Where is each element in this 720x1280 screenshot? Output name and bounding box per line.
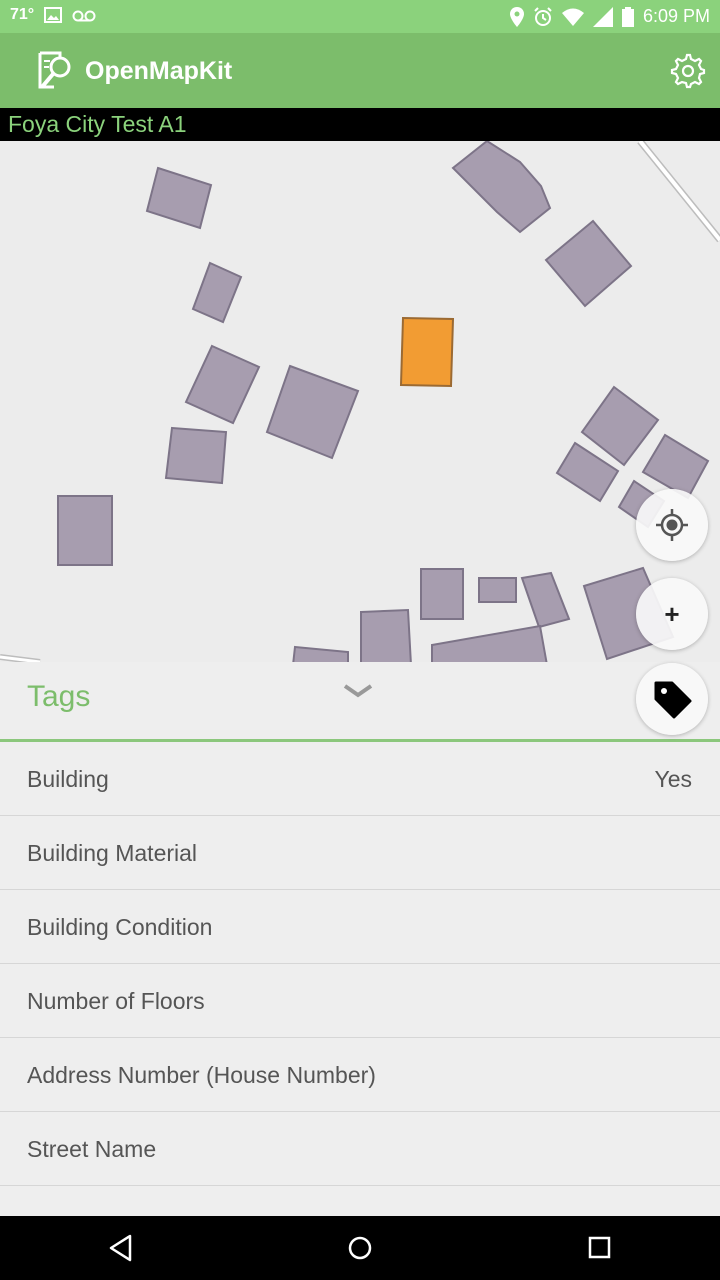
project-name: Foya City Test A1 [8, 111, 187, 137]
wifi-icon [561, 8, 584, 26]
system-nav-bar [0, 1216, 720, 1280]
tag-key: Number of Floors [27, 988, 205, 1014]
tag-row-building-material[interactable]: Building Material [0, 816, 720, 890]
tags-list: Building Yes Building Material Building … [0, 742, 720, 1216]
tag-row-address-number[interactable]: Address Number (House Number) [0, 1038, 720, 1112]
recents-icon[interactable] [587, 1234, 613, 1262]
chevron-down-icon[interactable] [342, 682, 374, 700]
app-title: OpenMapKit [85, 57, 233, 85]
building[interactable] [164, 426, 228, 485]
gps-target-icon [656, 509, 688, 541]
tag-edit-button[interactable] [636, 663, 708, 735]
status-bar: 71° 6:09 PM [0, 0, 720, 33]
building[interactable] [544, 219, 633, 308]
tag-key: Address Number (House Number) [27, 1062, 376, 1088]
building[interactable] [478, 577, 517, 603]
building[interactable] [292, 645, 349, 662]
signal-icon [592, 6, 613, 27]
building[interactable] [184, 344, 261, 425]
settings-gear-icon[interactable] [668, 51, 706, 89]
building[interactable] [580, 385, 660, 467]
project-name-bar: Foya City Test A1 [0, 108, 720, 141]
alarm-icon [534, 6, 552, 26]
home-icon[interactable] [347, 1234, 373, 1262]
map-canvas[interactable] [0, 141, 720, 662]
map-view[interactable]: + [0, 141, 720, 662]
tags-title: Tags [27, 680, 91, 713]
building[interactable] [431, 624, 548, 662]
clock-text: 6:09 PM [642, 6, 710, 26]
tags-panel-header[interactable]: Tags [0, 662, 720, 742]
plus-icon: + [664, 598, 680, 629]
app-bar: OpenMapKit [0, 33, 720, 108]
tag-key: Building Material [27, 840, 198, 866]
building[interactable] [145, 166, 213, 230]
building[interactable] [360, 608, 412, 662]
battery-icon [621, 6, 634, 27]
temperature-text: 71° [10, 6, 35, 23]
tag-row-building-condition[interactable]: Building Condition [0, 890, 720, 964]
location-icon [509, 6, 524, 27]
building[interactable] [191, 261, 243, 324]
voicemail-icon [72, 10, 96, 22]
building[interactable] [265, 364, 360, 460]
zoom-in-button[interactable]: + [636, 578, 708, 650]
tag-row-number-of-floors[interactable]: Number of Floors [0, 964, 720, 1038]
building[interactable] [420, 568, 464, 620]
tag-row-building[interactable]: Building Yes [0, 742, 720, 816]
tag-key: Building [27, 766, 109, 792]
app-logo-icon [38, 51, 71, 89]
tag-row-partial[interactable] [0, 1186, 720, 1216]
tag-icon [654, 681, 692, 719]
tag-key: Building Condition [27, 914, 213, 940]
selected-building[interactable] [399, 316, 455, 388]
tag-key: Street Name [27, 1136, 157, 1162]
image-icon [44, 7, 63, 23]
building[interactable] [520, 571, 571, 629]
building[interactable] [451, 141, 552, 234]
back-icon[interactable] [108, 1234, 134, 1262]
locate-me-button[interactable] [636, 489, 708, 561]
tag-row-street-name[interactable]: Street Name [0, 1112, 720, 1186]
road-fill [638, 141, 720, 242]
building[interactable] [57, 495, 113, 566]
tag-value: Yes [654, 766, 692, 792]
